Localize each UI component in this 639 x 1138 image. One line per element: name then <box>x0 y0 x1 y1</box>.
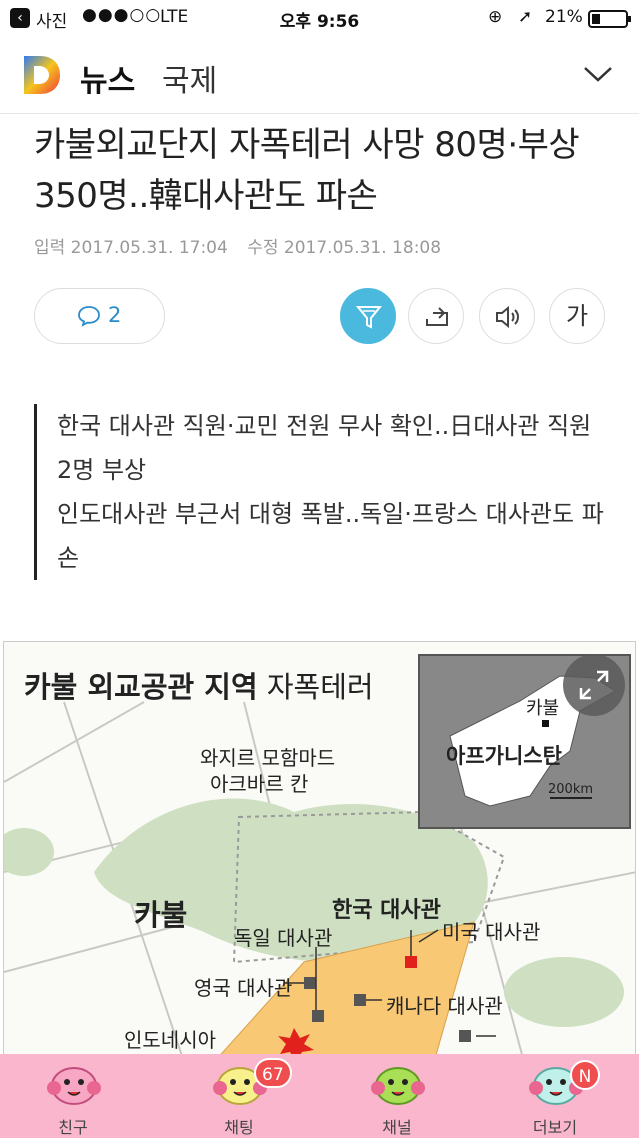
tab-label: 채팅 <box>224 1118 254 1137</box>
tab-channel[interactable]: 채널 <box>332 1054 462 1138</box>
summary-line: 한국 대사관 직원·교민 전원 무사 확인..日대사관 직원 2명 부상 <box>57 412 592 484</box>
modified-date: 수정 2017.05.31. 18:08 <box>247 238 442 258</box>
tab-label: 채널 <box>382 1118 412 1137</box>
section-news[interactable]: 뉴스 <box>80 56 135 100</box>
map-label: 영국 대사관 <box>194 976 293 1000</box>
funnel-icon <box>355 306 383 329</box>
article-title: 카불외교단지 자폭테러 사망 80명·부상 350명..韓대사관도 파손 <box>34 125 580 216</box>
map-label: 와지르 모함마드 <box>200 746 336 770</box>
article-dates: 입력 2017.05.31. 17:04 수정 2017.05.31. 18:0… <box>34 233 455 258</box>
speaker-icon <box>496 305 519 329</box>
new-badge: N <box>570 1060 600 1090</box>
share-button[interactable] <box>408 288 464 344</box>
published-date: 입력 2017.05.31. 17:04 <box>34 238 228 258</box>
friends-character-icon <box>47 1067 101 1105</box>
tab-label: 더보기 <box>532 1118 578 1137</box>
map-title: 카불 외교공관 지역 자폭테러 <box>24 670 374 704</box>
category-international[interactable]: 국제 <box>162 56 217 100</box>
inset-country-label: 아프가니스탄 <box>446 744 562 768</box>
map-label: 인도네시아 <box>124 1028 216 1052</box>
share-icon <box>426 307 448 326</box>
map-label: 독일 대사관 <box>234 926 333 950</box>
map-label-kabul: 카불 <box>134 898 188 932</box>
battery-percent: 21% <box>545 7 583 27</box>
tab-friends[interactable]: 친구 <box>8 1054 138 1138</box>
battery-icon <box>588 10 631 28</box>
bottom-tab-bar: 친구 채팅 67 채널 더보기 N <box>0 1054 639 1138</box>
unread-badge: 67 <box>254 1058 292 1088</box>
map-label-korea-embassy: 한국 대사관 <box>332 898 441 923</box>
comment-icon <box>78 306 100 327</box>
location-icon: ➚ <box>518 7 533 27</box>
chevron-down-icon[interactable] <box>582 62 614 86</box>
comment-button[interactable]: 2 <box>34 288 165 344</box>
orientation-lock-icon: ⊕ <box>488 7 503 27</box>
tab-chats[interactable]: 채팅 67 <box>174 1054 304 1138</box>
expand-image-button[interactable] <box>563 654 625 716</box>
inset-scale-label: 200km <box>548 782 594 797</box>
summary-filter-button[interactable] <box>340 288 396 344</box>
read-aloud-button[interactable] <box>479 288 535 344</box>
comment-count: 2 <box>108 303 122 327</box>
daum-logo-icon[interactable] <box>20 54 62 96</box>
expand-icon <box>579 670 609 700</box>
summary-line: 인도대사관 부근서 대형 폭발..독일·프랑스 대사관도 파손 <box>57 500 604 572</box>
map-label: 아크바르 칸 <box>210 772 309 796</box>
map-label: 캐나다 대사관 <box>386 994 503 1018</box>
channel-character-icon <box>371 1067 425 1105</box>
article-map-image[interactable]: 카불 외교공관 지역 자폭테러 카불 아프가니스탄 200km 와지르 모함마드… <box>3 641 636 1061</box>
article-summary: 한국 대사관 직원·교민 전원 무사 확인..日대사관 직원 2명 부상 인도대… <box>34 404 609 580</box>
tab-more[interactable]: 더보기 N <box>490 1054 620 1138</box>
inset-city-label: 카불 <box>526 698 560 719</box>
font-size-button[interactable]: 가 <box>549 288 605 344</box>
tab-label: 친구 <box>58 1118 88 1137</box>
app-header: 뉴스 국제 <box>0 36 639 114</box>
map-label: 미국 대사관 <box>442 920 541 944</box>
status-bar: ‹ 사진 ●●●○○ LTE 오후 9:56 ⊕ ➚ 21% <box>0 0 639 36</box>
clock: 오후 9:56 <box>279 12 360 32</box>
